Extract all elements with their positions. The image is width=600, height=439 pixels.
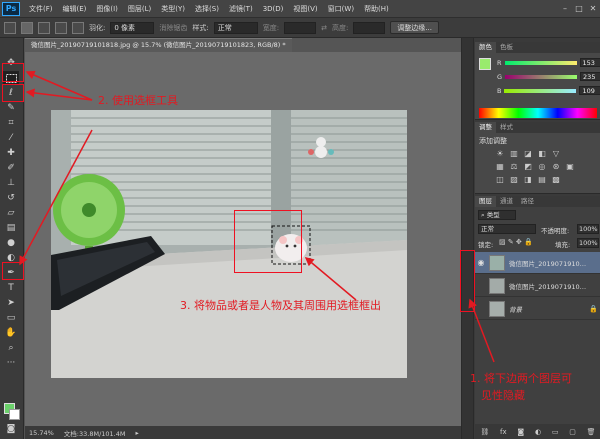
arrow-to-layers (468, 298, 495, 363)
arrow-to-pen (19, 129, 93, 266)
annotation-step1-line2: 见性隐藏 (481, 389, 525, 402)
annotation-step3: 3. 将物品或者是人物及其周围用选框框出 (180, 299, 381, 312)
annotation-step1-line1: 1. 将下边两个图层可 (470, 372, 572, 385)
arrow-to-subject (304, 257, 357, 301)
annotation-step2: 2. 使用选框工具 (98, 94, 178, 107)
